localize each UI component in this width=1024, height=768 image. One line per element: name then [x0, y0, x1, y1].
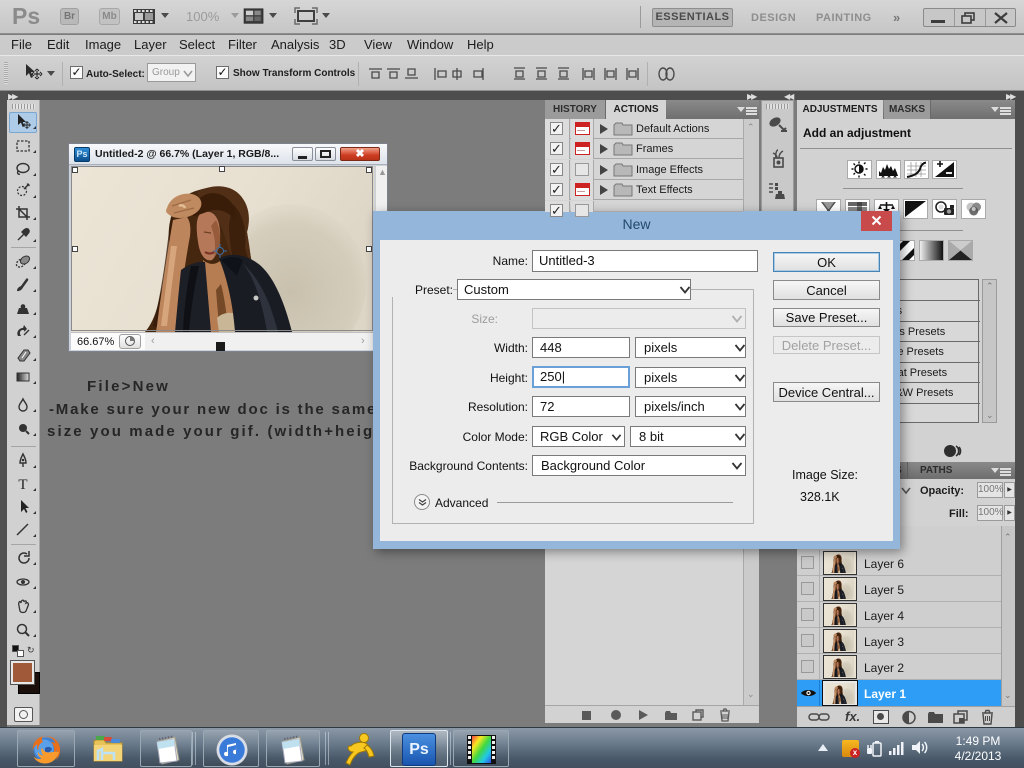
svg-text:T: T [18, 477, 27, 493]
